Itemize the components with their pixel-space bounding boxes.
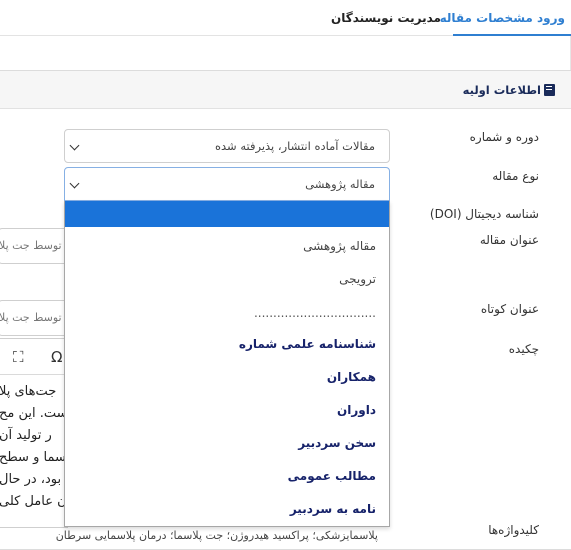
issue-select[interactable]: مقالات آماده انتشار، پذیرفته شده [64,129,390,163]
dropdown-option-general[interactable]: مطالب عمومی [65,461,389,491]
tab-bar: ورود مشخصات مقاله مدیریت نویسندگان [0,0,571,36]
article-type-select-value: مقاله پژوهشی [305,177,375,191]
fullscreen-icon[interactable]: ⛶ [13,349,24,365]
dropdown-option-empty[interactable] [65,201,389,227]
abstract-text-line: ر تولید آن [0,428,52,443]
issue-select-value: مقالات آماده انتشار، پذیرفته شده [214,139,375,153]
article-type-dropdown: مقاله پژوهشی ترویجی ....................… [64,201,390,527]
dropdown-separator: ................................ [253,306,376,320]
book-icon [544,84,555,96]
chevron-down-icon [69,140,80,151]
keywords-input[interactable]: پلاسمایزشکی؛ پراکسید هیدروژن؛ جت پلاسما؛… [0,527,390,544]
doi-label: شناسه دیجیتال (DOI) [429,207,539,221]
abstract-text-line: جت‌های پلا [0,384,57,399]
dropdown-option-editorial[interactable]: سخن سردبیر [65,428,389,458]
panel-title: اطلاعات اولیه [462,83,541,97]
abstract-text-line: ن عامل کلی [0,494,67,509]
panel-header: اطلاعات اولیه [0,71,571,109]
article-type-select[interactable]: مقاله پژوهشی [64,167,390,201]
dropdown-option-colleagues[interactable]: همکاران [65,362,389,392]
issue-label: دوره و شماره [469,130,539,144]
article-type-label: نوع مقاله [492,169,539,183]
dropdown-option-promotional[interactable]: ترویجی [65,264,389,294]
short-title-label: عنوان کوتاه [480,302,539,316]
editor-toolbar: ⛶ Ω [0,339,67,375]
dropdown-option-issue-id[interactable]: شناسنامه علمی شماره [65,329,389,359]
tab-article-details[interactable]: ورود مشخصات مقاله [440,0,571,36]
dropdown-option-letter[interactable]: نامه به سردبیر [65,494,389,524]
abstract-label: چکیده [508,342,539,356]
article-title-placeholder: ه توسط جت پلا [0,239,71,252]
abstract-text-line: بود، در حال [0,472,62,487]
special-chars-icon[interactable]: Ω [51,349,62,365]
tab-manage-authors[interactable]: مدیریت نویسندگان [331,0,441,36]
abstract-text-line: ست. این مح [0,406,68,421]
article-title-label: عنوان مقاله [479,233,539,247]
abstract-text-line: سما و سطح [0,450,66,465]
chevron-down-icon [69,178,80,189]
dropdown-option-research[interactable]: مقاله پژوهشی [65,231,389,261]
keywords-label: کلیدواژه‌ها [488,523,539,537]
abstract-editor[interactable]: ⛶ Ω جت‌های پلا ست. این مح ر تولید آن سما… [0,338,68,528]
dropdown-option-reviewers[interactable]: داوران [65,395,389,425]
short-title-placeholder: ه توسط جت پلا [0,311,71,324]
